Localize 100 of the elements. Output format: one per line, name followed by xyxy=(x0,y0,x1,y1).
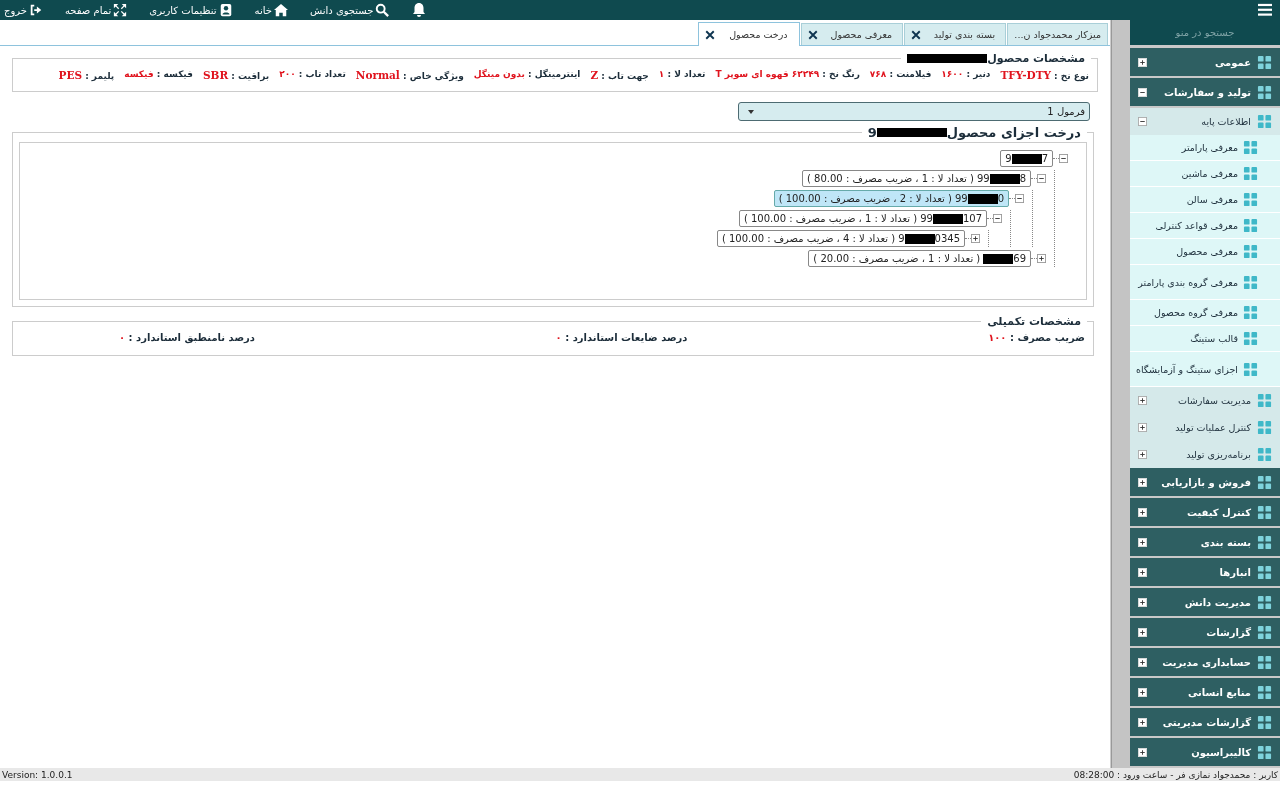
close-icon[interactable] xyxy=(808,29,819,40)
menu-item[interactable]: اطلاعات پایه xyxy=(1130,108,1280,135)
user-icon xyxy=(218,3,233,17)
spec-field: تعداد لا : ۱ xyxy=(658,69,706,81)
section-title: مشخصات تکمیلی xyxy=(987,315,1081,328)
menu-item[interactable]: تولید و سفارشات xyxy=(1130,78,1280,106)
tab[interactable]: معرفی محصول xyxy=(801,23,904,45)
menu-item[interactable]: مدیریت سفارشات xyxy=(1130,387,1280,414)
toolbar-link[interactable]: تمام صفحه xyxy=(65,3,128,17)
expand-toggle-icon[interactable] xyxy=(1138,423,1147,432)
menu-item[interactable]: معرفی ماشین xyxy=(1130,161,1280,187)
tile-icon xyxy=(1243,218,1258,233)
menu-item[interactable]: کالیبراسیون xyxy=(1130,738,1280,766)
collapse-toggle-icon[interactable] xyxy=(993,214,1002,223)
expand-toggle-icon[interactable] xyxy=(1138,450,1147,459)
toolbar-link[interactable]: تنظیمات کاربری xyxy=(149,3,233,17)
collapse-toggle-icon[interactable] xyxy=(1059,154,1068,163)
menu-item[interactable]: عمومی xyxy=(1130,48,1280,76)
menu-item[interactable]: کنترل عملیات تولید xyxy=(1130,414,1280,441)
menu-item[interactable]: معرفی قواعد کنترلی xyxy=(1130,213,1280,239)
redaction-bar xyxy=(876,128,947,137)
menu-item[interactable]: بسته بندی xyxy=(1130,528,1280,556)
tile-icon xyxy=(1257,594,1272,610)
menu-item[interactable]: قالب ستینگ xyxy=(1130,326,1280,352)
section-title: مشخصات محصول xyxy=(987,52,1085,65)
version-text: Version: 1.0.0.1 xyxy=(2,769,73,780)
menu-item[interactable]: معرفی گروه محصول xyxy=(1130,300,1280,326)
menu-item[interactable]: کنترل کیفیت xyxy=(1130,498,1280,526)
menu-item[interactable]: گزارشات xyxy=(1130,618,1280,646)
spec-field: تعداد تاب : ۲۰۰ xyxy=(279,69,346,81)
menu-item[interactable]: معرفی پارامتر xyxy=(1130,135,1280,161)
spec-field: درصد ضایعات استاندارد : ۰ xyxy=(555,332,688,343)
menu-item[interactable]: معرفی سالن xyxy=(1130,187,1280,213)
exit-icon xyxy=(29,3,43,17)
tab[interactable]: درخت محصول xyxy=(698,22,801,46)
tile-icon xyxy=(1243,361,1258,377)
tile-icon xyxy=(1257,534,1272,550)
formula-dropdown[interactable]: فرمول 1 xyxy=(738,102,1090,121)
spec-field: رنگ نخ : ۶۲۲۴۹ قهوه ای سوپر T xyxy=(715,69,860,81)
user-info: کاربر : محمدجواد نمازی فر - ساعت ورود : 08:28:00 xyxy=(1073,769,1278,780)
tile-icon xyxy=(1257,84,1272,100)
menu-item[interactable]: برنامه‌ریزی تولید xyxy=(1130,441,1280,468)
menu-item[interactable]: فروش و بازاریابی xyxy=(1130,468,1280,496)
menu-item[interactable]: اجزای ستینگ و آزمایشگاه xyxy=(1130,352,1280,387)
tile-icon xyxy=(1257,474,1272,490)
tree-node[interactable]: 9 7 xyxy=(1000,150,1053,167)
expand-toggle-icon[interactable] xyxy=(1138,396,1147,405)
tile-icon xyxy=(1257,393,1272,408)
collapse-toggle-icon[interactable] xyxy=(1138,117,1147,126)
tile-icon xyxy=(1257,54,1272,70)
spec-field: اینترمینگل : بدون مینگل xyxy=(473,69,581,81)
tile-icon xyxy=(1243,244,1258,259)
tile-icon xyxy=(1243,192,1258,207)
close-icon[interactable] xyxy=(911,29,922,40)
spec-field: ضریب مصرف : ۱۰۰ xyxy=(988,332,1085,343)
tile-icon xyxy=(1257,420,1272,435)
tab[interactable]: بسته بندی تولید xyxy=(904,23,1007,45)
close-icon[interactable] xyxy=(705,29,716,40)
collapse-toggle-icon[interactable] xyxy=(1037,174,1046,183)
tile-icon xyxy=(1257,714,1272,730)
tile-icon xyxy=(1257,447,1272,462)
tile-icon xyxy=(1243,140,1258,155)
spec-field: فیکسه : فیکسه xyxy=(124,69,193,81)
expand-icon xyxy=(113,3,128,17)
tile-icon xyxy=(1257,654,1272,670)
tile-icon xyxy=(1257,114,1272,129)
expand-toggle-icon[interactable] xyxy=(1037,254,1046,263)
menu-item[interactable]: معرفی گروه بندی پارامتر xyxy=(1130,265,1280,300)
tile-icon xyxy=(1257,504,1272,520)
menu-item[interactable]: مدیریت دانش xyxy=(1130,588,1280,616)
search-icon xyxy=(375,3,390,17)
tile-icon xyxy=(1243,274,1258,290)
expand-toggle-icon[interactable] xyxy=(971,234,980,243)
tile-icon xyxy=(1257,564,1272,580)
spec-field: فیلامنت : ۷۶۸ xyxy=(869,69,932,81)
toolbar-link[interactable]: خروج xyxy=(4,3,43,17)
spec-field: درصد نامنطبق استاندارد : ۰ xyxy=(119,332,255,343)
bell-icon[interactable] xyxy=(411,2,428,18)
menu-search-field[interactable]: جستجو در منو xyxy=(1130,20,1280,45)
tile-icon xyxy=(1257,744,1272,760)
toolbar-link[interactable]: خانه xyxy=(254,3,288,17)
menu-item[interactable]: حسابداری مدیریت xyxy=(1130,648,1280,676)
collapse-toggle-icon[interactable] xyxy=(1015,194,1024,203)
menu-item[interactable]: انبارها xyxy=(1130,558,1280,586)
tile-icon xyxy=(1243,331,1258,346)
tab[interactable]: میزکار محمدجواد ن... xyxy=(1007,23,1108,45)
tile-icon xyxy=(1257,624,1272,640)
menu-item[interactable]: منابع انسانی xyxy=(1130,678,1280,706)
tile-icon xyxy=(1243,305,1258,320)
scrollbar[interactable] xyxy=(1111,20,1130,768)
menu-item[interactable]: معرفی محصول xyxy=(1130,239,1280,265)
tile-icon xyxy=(1257,684,1272,700)
toolbar-link[interactable]: جستجوی دانش xyxy=(309,3,390,17)
tile-icon xyxy=(1243,166,1258,181)
spec-field: دنیر : ۱۶۰۰ xyxy=(941,69,991,81)
menu-item[interactable]: گزارشات مدیریتی xyxy=(1130,708,1280,736)
section-title: درخت اجزای محصول xyxy=(946,125,1081,140)
menu-icon[interactable] xyxy=(1256,3,1274,17)
caret-icon xyxy=(747,107,755,116)
home-icon xyxy=(273,3,288,17)
